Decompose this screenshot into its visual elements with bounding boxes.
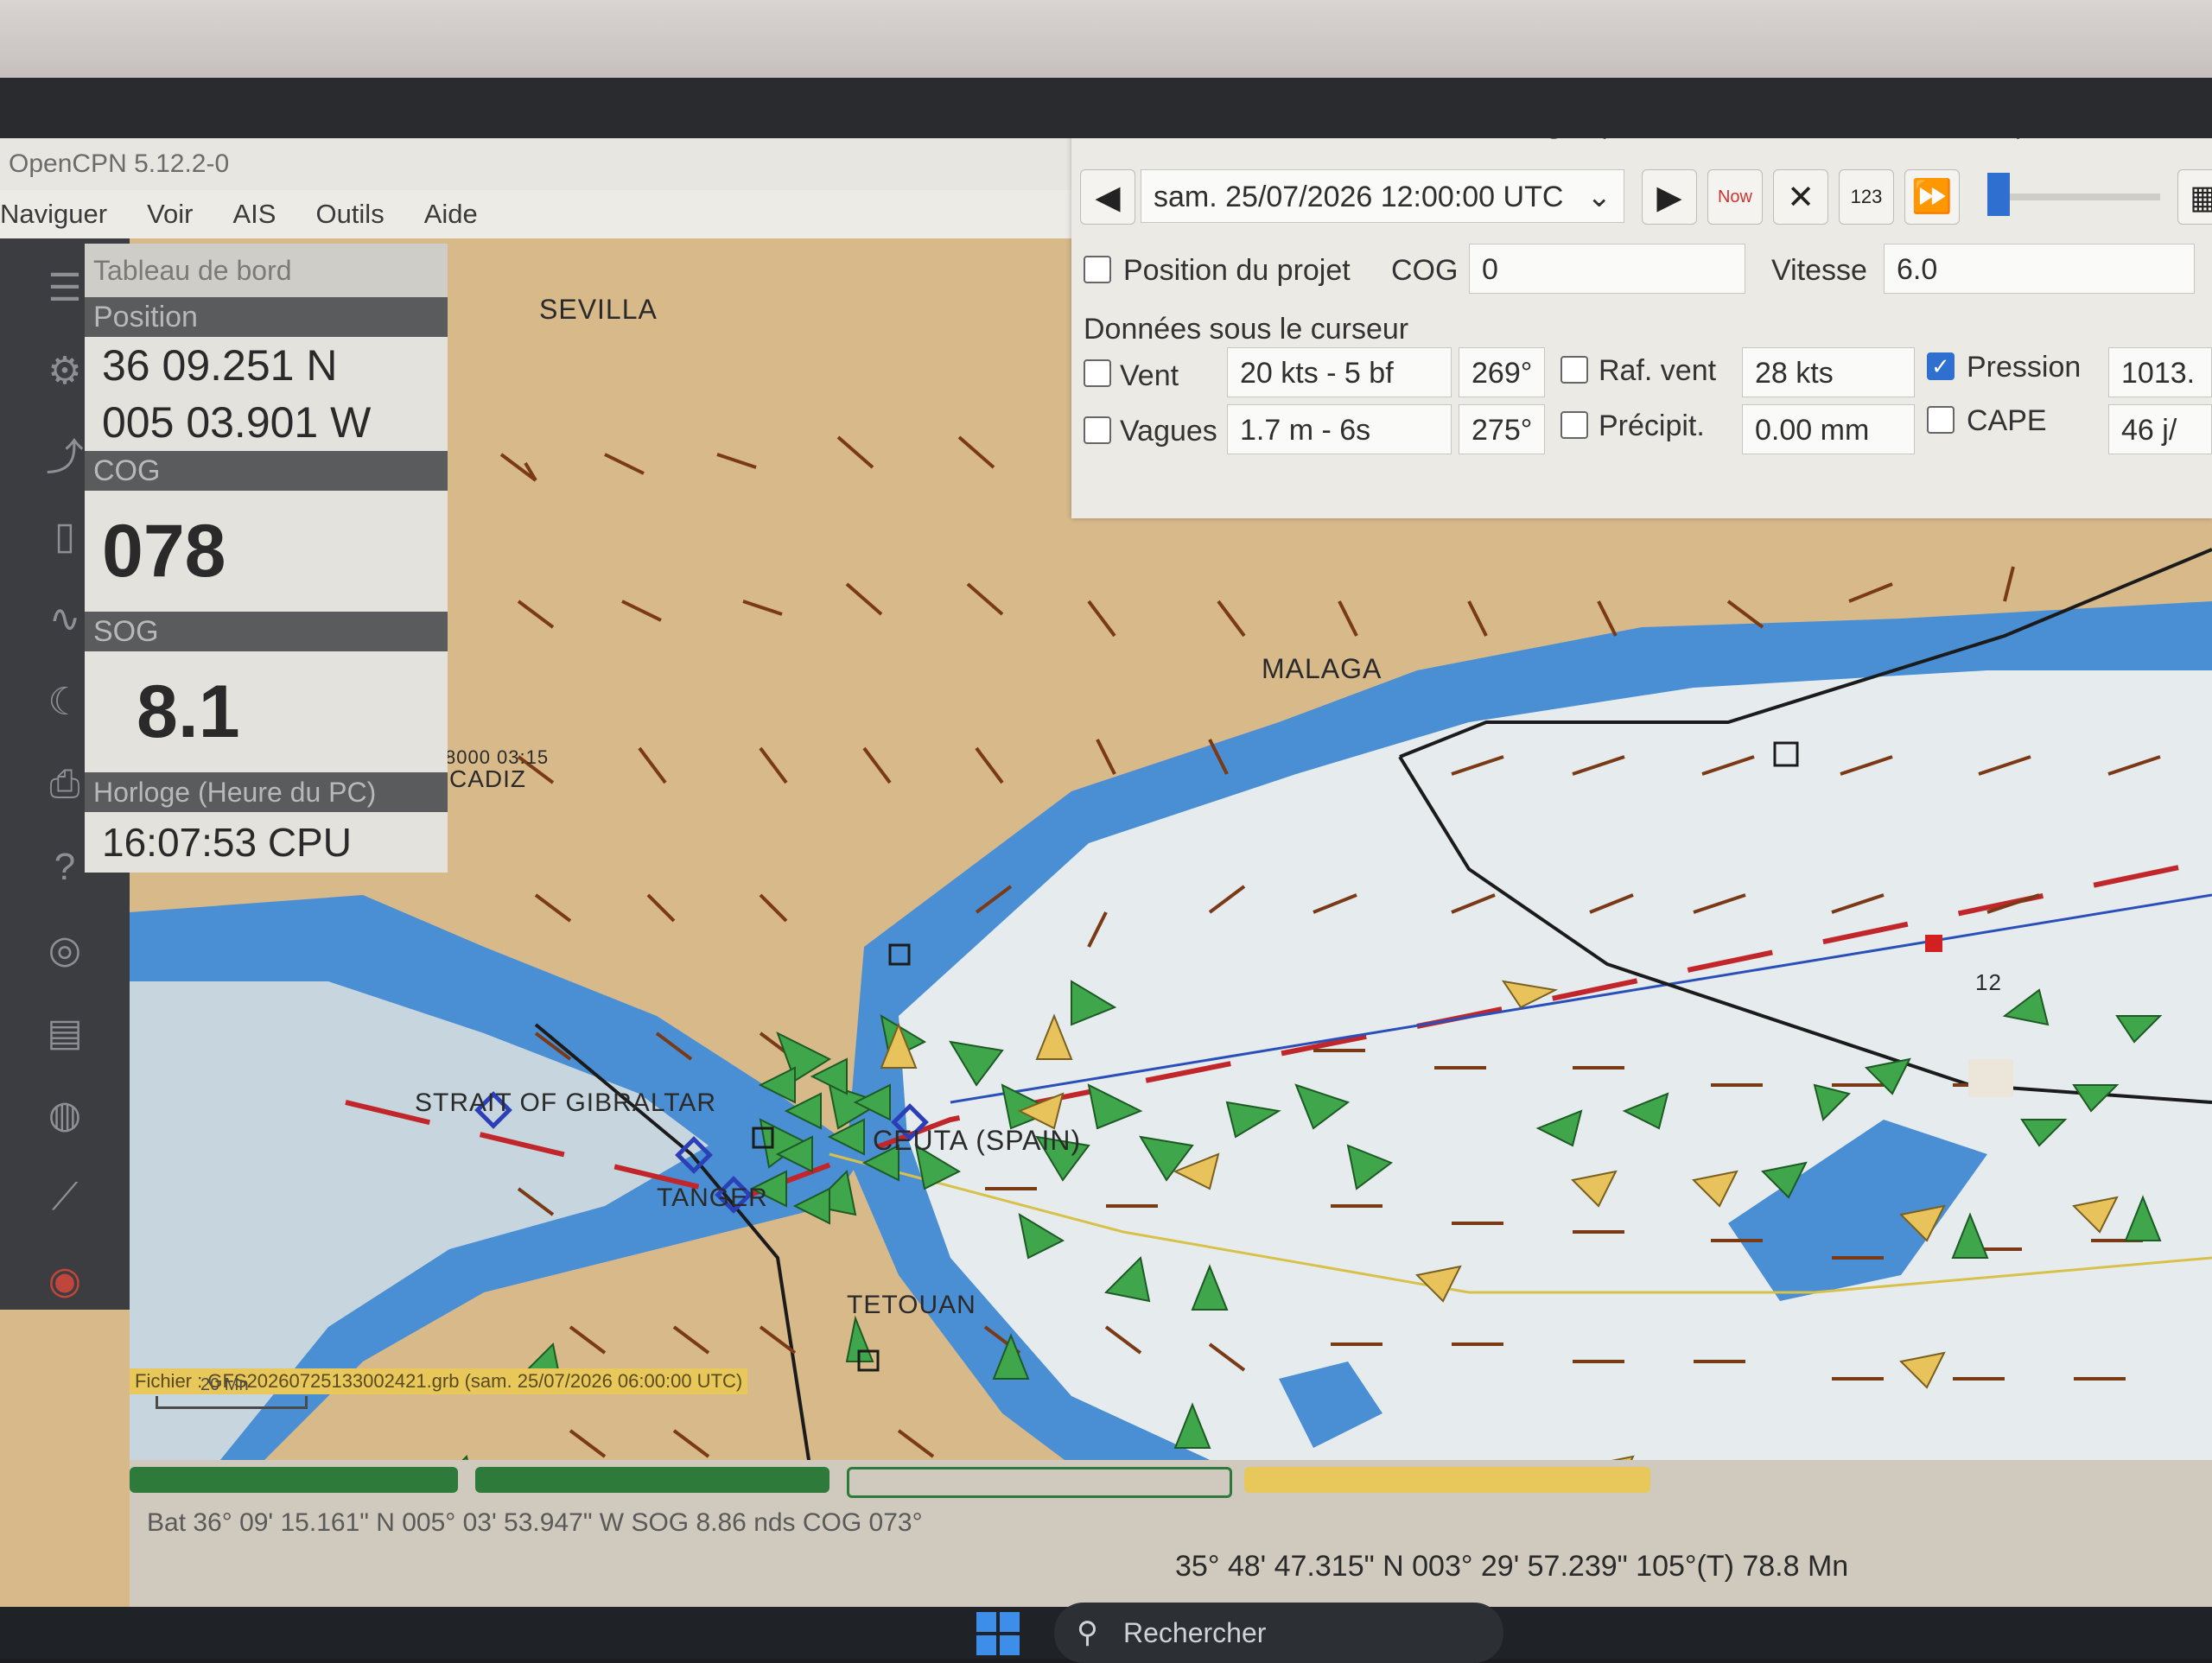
waves-value: 1.7 m - 6s — [1227, 404, 1452, 454]
speed-input[interactable]: 6.0 — [1884, 244, 2195, 294]
dashboard-title: Tableau de bord — [85, 244, 448, 297]
taskbar-search[interactable]: ⚲ Rechercher — [1054, 1603, 1503, 1663]
waves-label: Vagues — [1120, 415, 1217, 447]
book-icon[interactable]: ▤ — [35, 1003, 95, 1062]
windows-icon[interactable] — [976, 1612, 1020, 1655]
zoom-button[interactable]: ✕ — [1773, 169, 1828, 225]
number-button[interactable]: 123 — [1839, 169, 1894, 225]
window-title: OpenCPN 5.12.2-0 — [0, 138, 1071, 190]
wind-value: 20 kts - 5 bf — [1227, 347, 1452, 397]
project-label: Position du projet — [1123, 254, 1351, 287]
gust-checkbox[interactable] — [1560, 356, 1588, 384]
search-label: Rechercher — [1123, 1617, 1267, 1648]
chevron-down-icon: ⌄ — [1586, 181, 1612, 213]
cursor-data-label: Données sous le curseur — [1084, 313, 1409, 346]
scale-bar — [156, 1396, 308, 1409]
now-button[interactable]: Now — [1707, 169, 1763, 225]
waves-direction: 275° — [1459, 404, 1545, 454]
status-green-2 — [475, 1467, 830, 1493]
sog-value: 8.1 — [85, 651, 448, 772]
cog-label: COG — [85, 451, 448, 491]
forward-button[interactable]: ⏩ — [1904, 169, 1960, 225]
time-slider[interactable] — [1987, 173, 2160, 216]
status-yellow — [1244, 1467, 1650, 1493]
ship-status: Bat 36° 09' 15.161" N 005° 03' 53.947" W… — [147, 1508, 923, 1537]
slider-handle[interactable] — [1987, 173, 2010, 216]
lifebuoy-icon[interactable]: ◉ — [35, 1251, 95, 1310]
longitude-value: 005 03.901 W — [85, 394, 448, 451]
cape-label: CAPE — [1967, 404, 2047, 437]
datetime-value: sam. 25/07/2026 12:00:00 UTC — [1154, 181, 1564, 213]
label-malaga: MALAGA — [1262, 653, 1382, 684]
pressure-checkbox[interactable] — [1927, 352, 1955, 380]
cape-value: 46 j/ — [2108, 404, 2212, 454]
wind-checkbox[interactable] — [1084, 359, 1111, 387]
tide-label: 8000 03:15 — [445, 746, 550, 768]
label-ceuta: CEUTA (SPAIN) — [873, 1125, 1082, 1156]
clock-value: 16:07:53 CPU — [85, 812, 448, 873]
pressure-label: Pression — [1967, 351, 2082, 384]
precip-checkbox[interactable] — [1560, 411, 1588, 439]
clock-label: Horloge (Heure du PC) — [85, 772, 448, 812]
wind-label: Vent — [1120, 359, 1179, 392]
status-green-3 — [847, 1467, 1232, 1498]
gust-value: 28 kts — [1742, 347, 1915, 397]
prev-button[interactable]: ◀ — [1080, 169, 1135, 225]
menu-naviguer[interactable]: Naviguer — [0, 190, 107, 238]
cog-input[interactable]: 0 — [1469, 244, 1745, 294]
play-button[interactable]: ▶ — [1642, 169, 1697, 225]
menu-aide[interactable]: Aide — [424, 190, 478, 238]
speed-label: Vitesse — [1771, 254, 1867, 287]
measure-icon[interactable]: ⟋ — [35, 1169, 95, 1228]
label-strait: STRAIT OF GIBRALTAR — [415, 1089, 717, 1117]
project-checkbox[interactable] — [1084, 256, 1111, 283]
sog-label: SOG — [85, 612, 448, 651]
menu-outils[interactable]: Outils — [315, 190, 384, 238]
datetime-select[interactable]: sam. 25/07/2026 12:00:00 UTC ⌄ — [1141, 169, 1624, 223]
cape-checkbox[interactable] — [1927, 406, 1955, 434]
scale-label: 20 Mn — [200, 1375, 249, 1394]
opencpn-window: OpenCPN 5.12.2-0 Naviguer Voir AIS Outil… — [0, 138, 2212, 1607]
grib-file-title: Fichier : GFS20260725133002421.grb (sam.… — [1071, 138, 2212, 161]
cog-value: 078 — [85, 491, 448, 612]
dashboard-panel[interactable]: Tableau de bord Position 36 09.251 N 005… — [85, 244, 448, 873]
status-green-1 — [130, 1467, 458, 1493]
position-label: Position — [85, 297, 448, 337]
pressure-value: 1013. — [2108, 347, 2212, 397]
mark-12-bg — [1968, 1059, 2013, 1097]
waves-checkbox[interactable] — [1084, 416, 1111, 444]
mark-12-label: 12 — [1975, 969, 2002, 995]
compass-icon[interactable]: ◎ — [35, 921, 95, 980]
precip-label: Précipit. — [1599, 409, 1705, 442]
label-cadiz: CADIZ — [449, 765, 526, 792]
cog-input-label: COG — [1391, 254, 1459, 287]
label-sevilla: SEVILLA — [539, 294, 658, 325]
menu-voir[interactable]: Voir — [147, 190, 193, 238]
precip-value: 0.00 mm — [1742, 404, 1915, 454]
menu-ais[interactable]: AIS — [232, 190, 276, 238]
cursor-status: 35° 48' 47.315" N 003° 29' 57.239" 105°(… — [1175, 1550, 1849, 1583]
search-icon: ⚲ — [1077, 1616, 1098, 1649]
latitude-value: 36 09.251 N — [85, 337, 448, 394]
status-bar: Bat 36° 09' 15.161" N 005° 03' 53.947" W… — [130, 1460, 2212, 1607]
menu-bar: Naviguer Voir AIS Outils Aide — [0, 190, 1071, 238]
grib-panel[interactable]: Fichier : GFS20260725133002421.grb (sam.… — [1071, 138, 2212, 518]
red-mark — [1925, 935, 1942, 952]
globe-icon[interactable]: ◍ — [35, 1086, 95, 1145]
label-tetouan: TETOUAN — [847, 1291, 976, 1319]
settings-grib-icon[interactable]: ▦ — [2177, 169, 2212, 225]
wind-direction: 269° — [1459, 347, 1545, 397]
gust-label: Raf. vent — [1599, 354, 1717, 387]
label-tanger: TANGER — [657, 1184, 768, 1212]
